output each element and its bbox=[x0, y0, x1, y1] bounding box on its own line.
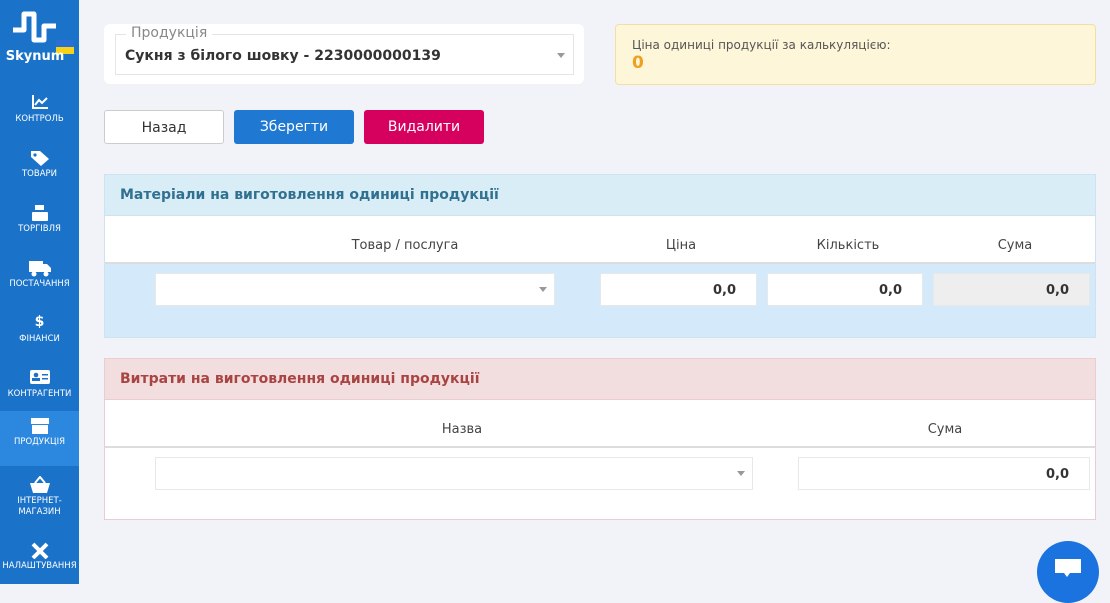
expenses-title: Витрати на виготовлення одиниці продукці… bbox=[105, 359, 1095, 400]
sidebar-item-label: КОНТРОЛЬ bbox=[15, 114, 64, 124]
box-icon bbox=[0, 411, 79, 434]
chevron-down-icon bbox=[557, 53, 565, 58]
unit-price-value: 0 bbox=[632, 53, 644, 73]
chat-icon bbox=[1055, 559, 1081, 577]
material-item-select[interactable] bbox=[155, 273, 555, 306]
tags-icon bbox=[0, 143, 79, 166]
skynum-logo-icon bbox=[13, 11, 56, 43]
hand-dollar-icon: $ bbox=[34, 314, 45, 330]
sidebar-item-trade[interactable]: ТОРГІВЛЯ bbox=[0, 198, 79, 253]
product-value: Сукня з білого шовку - 2230000000139 bbox=[125, 48, 441, 64]
sidebar-item-settings[interactable]: НАЛАШТУВАННЯ bbox=[0, 535, 79, 590]
column-header-price: Ціна bbox=[665, 238, 697, 253]
column-header-sum: Сума bbox=[927, 422, 963, 437]
expenses-panel: Витрати на виготовлення одиниці продукці… bbox=[104, 358, 1096, 520]
expense-name-select[interactable] bbox=[155, 457, 753, 490]
sidebar-item-label: НАЛАШТУВАННЯ bbox=[2, 561, 77, 571]
sidebar-item-online-store[interactable]: ІНТЕРНЕТ-МАГАЗИН bbox=[0, 470, 79, 530]
chevron-down-icon bbox=[737, 471, 745, 476]
logo[interactable]: Skynum bbox=[0, 8, 79, 68]
column-header-name: Назва bbox=[441, 422, 483, 437]
materials-title: Матеріали на виготовлення одиниці продук… bbox=[105, 175, 1095, 216]
unit-price-box: Ціна одиниці продукції за калькуляцією: … bbox=[615, 24, 1096, 85]
sidebar-item-label: ТОВАРИ bbox=[21, 169, 57, 179]
chat-button[interactable] bbox=[1037, 541, 1099, 603]
column-header-sum: Сума bbox=[997, 238, 1033, 253]
back-button[interactable]: Назад bbox=[104, 110, 224, 144]
sidebar-item-goods[interactable]: ТОВАРИ bbox=[0, 143, 79, 198]
material-price-input[interactable]: 0,0 bbox=[600, 273, 757, 306]
sidebar-item-production[interactable]: ПРОДУКЦІЯ bbox=[0, 411, 79, 466]
delete-button[interactable]: Видалити bbox=[364, 110, 484, 144]
sidebar-item-label: КОНТРАГЕНТИ bbox=[7, 389, 72, 399]
sidebar-item-control[interactable]: КОНТРОЛЬ bbox=[0, 88, 79, 143]
cash-register-icon bbox=[0, 198, 79, 221]
id-card-icon bbox=[0, 363, 79, 385]
chart-icon bbox=[0, 88, 79, 110]
column-header-quantity: Кількість bbox=[816, 238, 880, 253]
basket-icon bbox=[0, 470, 79, 493]
unit-price-label: Ціна одиниці продукції за калькуляцією: bbox=[632, 38, 891, 52]
sidebar-item-label: ФІНАНСИ bbox=[19, 334, 60, 344]
product-select[interactable]: Продукція Сукня з білого шовку - 2230000… bbox=[115, 25, 574, 75]
sidebar: Skynum КОНТРОЛЬ ТОВАРИ ТОРГІВЛЯ ПОСТАЧАН… bbox=[0, 0, 79, 584]
tools-icon bbox=[0, 535, 79, 560]
sidebar-item-label: ПРОДУКЦІЯ bbox=[13, 437, 66, 447]
materials-panel: Матеріали на виготовлення одиниці продук… bbox=[104, 174, 1096, 338]
chevron-down-icon bbox=[539, 287, 547, 292]
sidebar-item-label: ІНТЕРНЕТ-МАГАЗИН bbox=[17, 496, 62, 517]
sidebar-item-label: ТОРГІВЛЯ bbox=[18, 224, 61, 234]
sidebar-item-finance[interactable]: $ ФІНАНСИ bbox=[0, 308, 79, 363]
material-quantity-input[interactable]: 0,0 bbox=[767, 273, 923, 306]
brand-name: Skynum bbox=[5, 49, 65, 64]
truck-icon bbox=[0, 253, 79, 277]
expense-sum-input[interactable]: 0,0 bbox=[798, 457, 1090, 490]
save-button[interactable]: Зберегти bbox=[234, 110, 354, 144]
material-sum-field: 0,0 bbox=[933, 273, 1090, 306]
sidebar-item-label: ПОСТАЧАННЯ bbox=[9, 279, 70, 289]
sidebar-item-contractors[interactable]: КОНТРАГЕНТИ bbox=[0, 363, 79, 418]
product-legend: Продукція bbox=[126, 25, 213, 41]
sidebar-item-supply[interactable]: ПОСТАЧАННЯ bbox=[0, 253, 79, 308]
column-header-item: Товар / послуга bbox=[351, 238, 459, 253]
